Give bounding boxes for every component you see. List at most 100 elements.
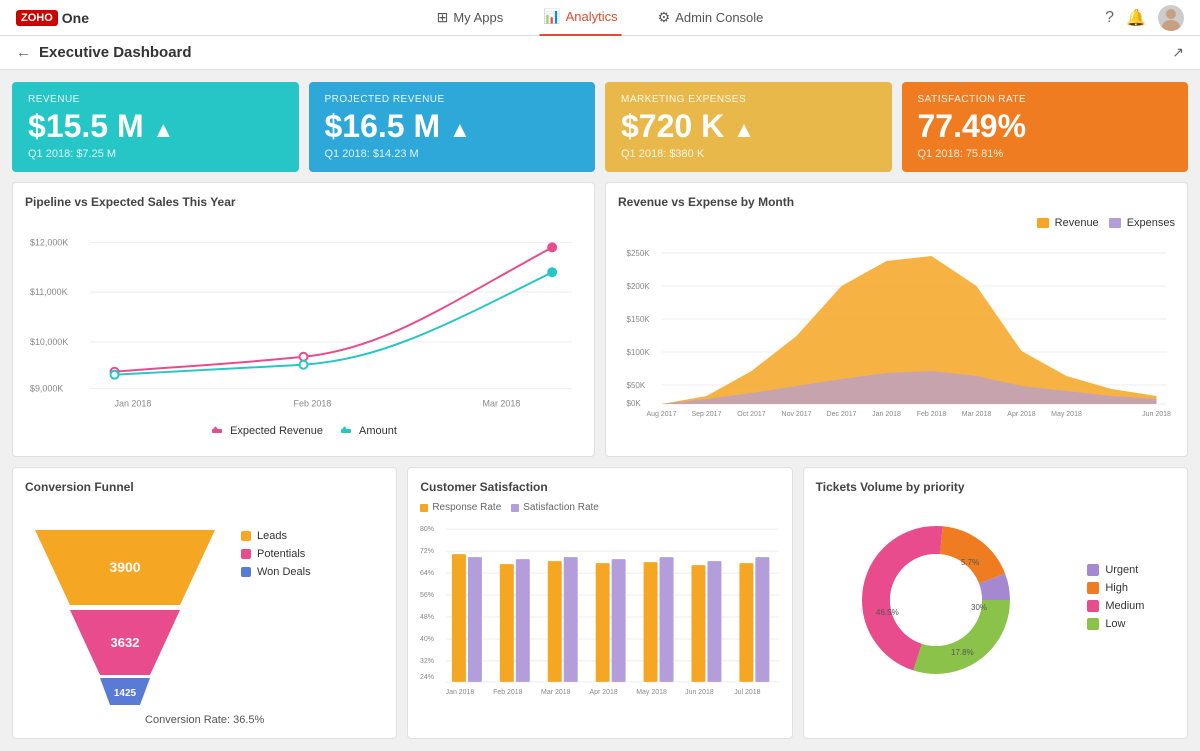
pipeline-chart-panel: Pipeline vs Expected Sales This Year $12… (12, 182, 595, 457)
kpi-satisfaction-value: 77.49% (918, 109, 1173, 144)
kpi-projected-value: $16.5 M ▲ (325, 109, 580, 144)
svg-text:Sep 2017: Sep 2017 (692, 411, 722, 418)
svg-text:May 2018: May 2018 (637, 689, 668, 696)
kpi-marketing-sub: Q1 2018: $380 K (621, 148, 876, 160)
sat-legend: Response Rate Satisfaction Rate (420, 502, 779, 513)
donut-svg: 5.7% 17.8% 46.5% 30% (846, 510, 1026, 690)
page-header-left: ← Executive Dashboard (16, 44, 192, 61)
kpi-marketing: MARKETING EXPENSES $720 K ▲ Q1 2018: $38… (605, 82, 892, 172)
legend-high: High (1087, 582, 1144, 594)
legend-response-rate: Response Rate (420, 502, 501, 513)
bottom-row: Conversion Funnel 3900 3632 1425 L (12, 467, 1188, 739)
revenue-expense-legend: Revenue Expenses (618, 217, 1175, 235)
svg-text:Feb 2018: Feb 2018 (917, 411, 947, 418)
admin-console-label: Admin Console (675, 10, 763, 25)
legend-satisfaction-rate: Satisfaction Rate (511, 502, 599, 513)
kpi-satisfaction-label: SATISFACTION RATE (918, 94, 1173, 105)
dashboard: REVENUE $15.5 M ▲ Q1 2018: $7.25 M PROJE… (0, 70, 1200, 751)
svg-text:3632: 3632 (111, 635, 140, 650)
legend-expenses: Expenses (1109, 217, 1175, 229)
svg-text:Nov 2017: Nov 2017 (782, 411, 812, 418)
legend-won-deals: Won Deals (241, 566, 384, 578)
kpi-satisfaction-sub: Q1 2018: 75.81% (918, 148, 1173, 160)
legend-medium: Medium (1087, 600, 1144, 612)
kpi-revenue: REVENUE $15.5 M ▲ Q1 2018: $7.25 M (12, 82, 299, 172)
logo: ZOHO One (16, 10, 89, 26)
analytics-label: Analytics (566, 9, 618, 24)
kpi-marketing-value: $720 K ▲ (621, 109, 876, 144)
nav-analytics[interactable]: 📊 Analytics (539, 0, 621, 36)
kpi-revenue-sub: Q1 2018: $7.25 M (28, 148, 283, 160)
svg-text:Jan 2018: Jan 2018 (872, 411, 901, 418)
svg-text:40%: 40% (420, 636, 434, 643)
funnel-svg: 3900 3632 1425 (25, 510, 225, 710)
kpi-marketing-label: MARKETING EXPENSES (621, 94, 876, 105)
legend-leads: Leads (241, 530, 384, 542)
svg-text:Aug 2017: Aug 2017 (647, 411, 677, 418)
page-title: Executive Dashboard (39, 44, 192, 61)
funnel-legend: Leads Potentials Won Deals (241, 510, 384, 584)
tickets-volume-title: Tickets Volume by priority (816, 480, 1175, 494)
svg-text:$11,000K: $11,000K (30, 287, 68, 297)
svg-text:Feb 2018: Feb 2018 (493, 689, 523, 696)
user-avatar[interactable] (1158, 5, 1184, 31)
svg-text:$12,000K: $12,000K (30, 238, 68, 248)
zoho-logo: ZOHO (16, 10, 58, 26)
kpi-projected: PROJECTED REVENUE $16.5 M ▲ Q1 2018: $14… (309, 82, 596, 172)
svg-text:56%: 56% (420, 592, 434, 599)
nav-admin-console[interactable]: ⚙ Admin Console (654, 0, 768, 36)
kpi-revenue-label: REVENUE (28, 94, 283, 105)
conversion-funnel-title: Conversion Funnel (25, 480, 384, 494)
svg-text:32%: 32% (420, 658, 434, 665)
legend-low: Low (1087, 618, 1144, 630)
svg-text:Mar 2018: Mar 2018 (962, 411, 992, 418)
kpi-satisfaction: SATISFACTION RATE 77.49% Q1 2018: 75.81% (902, 82, 1189, 172)
admin-console-icon: ⚙ (658, 9, 671, 26)
legend-revenue: Revenue (1037, 217, 1099, 229)
page-header: ← Executive Dashboard ↗ (0, 36, 1200, 70)
donut-area: 5.7% 17.8% 46.5% 30% Urgent High (816, 502, 1175, 690)
conversion-funnel-panel: Conversion Funnel 3900 3632 1425 L (12, 467, 397, 739)
kpi-projected-label: PROJECTED REVENUE (325, 94, 580, 105)
svg-text:Feb 2018: Feb 2018 (294, 399, 332, 409)
help-icon[interactable]: ? (1105, 9, 1114, 27)
svg-text:72%: 72% (420, 548, 434, 555)
svg-text:30%: 30% (971, 603, 987, 612)
tickets-volume-panel: Tickets Volume by priority 5.7% (803, 467, 1188, 739)
svg-text:$0K: $0K (627, 399, 642, 408)
svg-text:Jun 2018: Jun 2018 (1142, 411, 1171, 418)
notification-icon[interactable]: 🔔 (1126, 8, 1146, 28)
legend-potentials: Potentials (241, 548, 384, 560)
revenue-expense-svg: $250K $200K $150K $100K $50K $0K Aug 201… (618, 241, 1175, 421)
svg-text:5.7%: 5.7% (961, 558, 979, 567)
satisfaction-svg: 80% 72% 64% 56% 48% 40% 32% 24% (420, 519, 779, 704)
svg-text:$9,000K: $9,000K (30, 384, 63, 394)
revenue-expense-chart-panel: Revenue vs Expense by Month Revenue Expe… (605, 182, 1188, 457)
top-navigation: ZOHO One ⊞ My Apps 📊 Analytics ⚙ Admin C… (0, 0, 1200, 36)
svg-text:$10,000K: $10,000K (30, 337, 68, 347)
nav-center: ⊞ My Apps 📊 Analytics ⚙ Admin Console (433, 0, 768, 36)
svg-text:3900: 3900 (109, 559, 140, 575)
svg-text:May 2018: May 2018 (1051, 411, 1082, 418)
analytics-icon: 📊 (543, 8, 560, 25)
back-button[interactable]: ← (16, 44, 31, 61)
kpi-revenue-value: $15.5 M ▲ (28, 109, 283, 144)
pipeline-chart-svg: $12,000K $11,000K $10,000K $9,000K Jan 2… (25, 217, 582, 417)
svg-text:48%: 48% (420, 614, 434, 621)
kpi-row: REVENUE $15.5 M ▲ Q1 2018: $7.25 M PROJE… (12, 82, 1188, 172)
svg-text:1425: 1425 (114, 688, 137, 699)
nav-my-apps[interactable]: ⊞ My Apps (433, 0, 508, 36)
svg-text:$250K: $250K (627, 249, 651, 258)
legend-amount: Amount (339, 424, 397, 438)
svg-text:$100K: $100K (627, 348, 651, 357)
svg-text:Oct 2017: Oct 2017 (737, 411, 766, 418)
pipeline-chart-title: Pipeline vs Expected Sales This Year (25, 195, 582, 209)
charts-row: Pipeline vs Expected Sales This Year $12… (12, 182, 1188, 457)
svg-text:24%: 24% (420, 674, 434, 681)
revenue-expense-chart-title: Revenue vs Expense by Month (618, 195, 1175, 209)
my-apps-icon: ⊞ (437, 9, 449, 26)
external-link-icon[interactable]: ↗ (1172, 44, 1184, 61)
legend-urgent: Urgent (1087, 564, 1144, 576)
legend-expected-revenue: Expected Revenue (210, 424, 323, 438)
kpi-projected-sub: Q1 2018: $14.23 M (325, 148, 580, 160)
